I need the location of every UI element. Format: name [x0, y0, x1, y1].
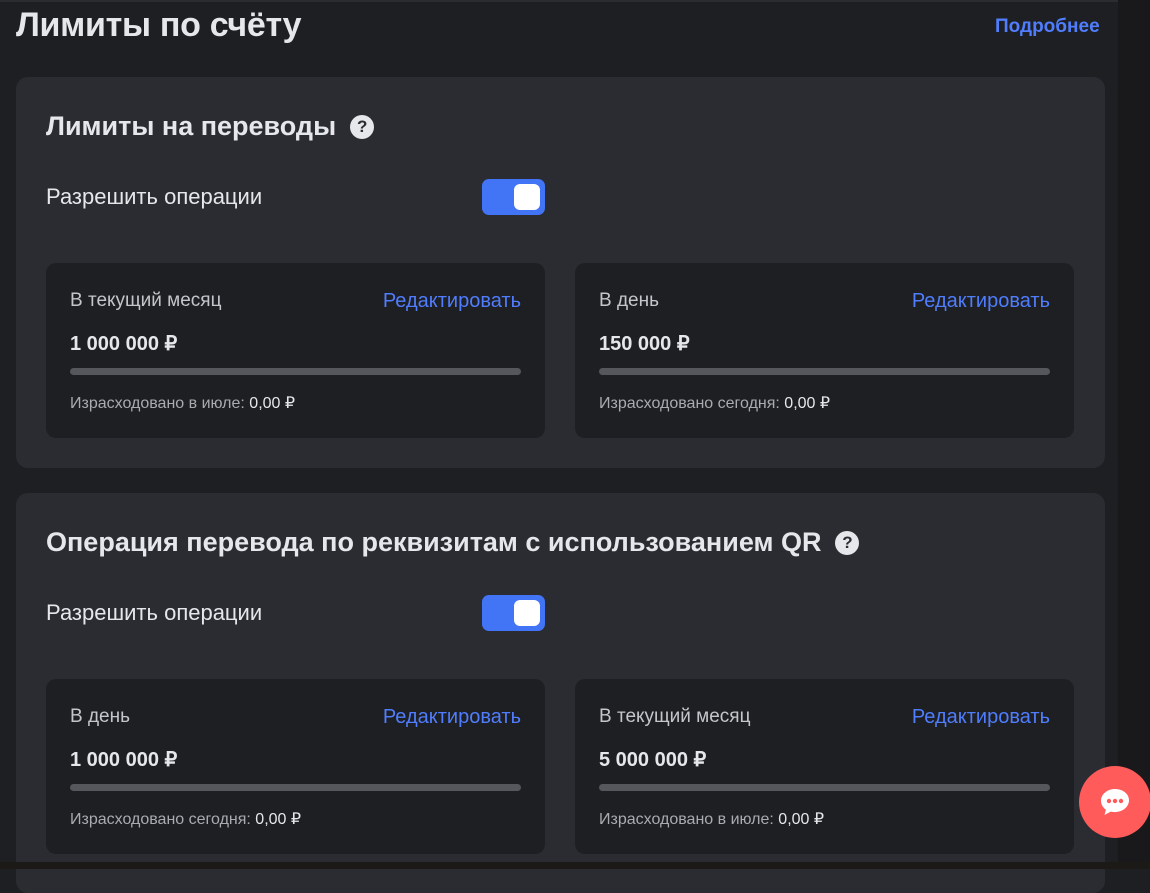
- chat-button[interactable]: [1079, 766, 1150, 838]
- allow-operations-label: Разрешить операции: [46, 184, 263, 209]
- section-title: Операция перевода по реквизитам с исполь…: [46, 527, 860, 558]
- limit-usage-bar: [599, 784, 1050, 791]
- spent-text: Израсходовано сегодня: 0,00 ₽: [70, 809, 301, 829]
- spent-label: Израсходовано в июле:: [70, 395, 245, 412]
- toggle-knob: [514, 184, 540, 210]
- allow-operations-toggle[interactable]: [482, 595, 545, 631]
- limit-card: В день Редактировать 150 000 ₽ Израсходо…: [575, 263, 1074, 438]
- spent-text: Израсходовано в июле: 0,00 ₽: [599, 809, 824, 829]
- limit-period-label: В текущий месяц: [599, 706, 751, 727]
- limit-period-label: В день: [599, 290, 659, 311]
- allow-operations-label: Разрешить операции: [46, 600, 263, 625]
- limit-amount: 5 000 000 ₽: [599, 749, 707, 771]
- spent-value: 0,00 ₽: [249, 395, 296, 412]
- section-title: Лимиты на переводы ?: [46, 111, 375, 142]
- spent-value: 0,00 ₽: [255, 811, 302, 828]
- spent-value: 0,00 ₽: [784, 395, 831, 412]
- spent-label: Израсходовано сегодня:: [70, 811, 251, 828]
- limit-card: В текущий месяц Редактировать 1 000 000 …: [46, 263, 545, 438]
- qr-transfer-section: Операция перевода по реквизитам с исполь…: [16, 493, 1105, 893]
- page-title: Лимиты по счёту: [16, 6, 302, 44]
- edit-limit-link[interactable]: Редактировать: [383, 706, 521, 729]
- spent-value: 0,00 ₽: [778, 811, 825, 828]
- spent-label: Израсходовано в июле:: [599, 811, 774, 828]
- limit-period-label: В текущий месяц: [70, 290, 222, 311]
- limit-amount: 1 000 000 ₽: [70, 333, 178, 355]
- toggle-knob: [514, 600, 540, 626]
- limit-usage-bar: [70, 368, 521, 375]
- transfer-limits-section: Лимиты на переводы ? Разрешить операции …: [16, 77, 1105, 468]
- allow-operations-toggle[interactable]: [482, 179, 545, 215]
- spent-text: Израсходовано сегодня: 0,00 ₽: [599, 393, 830, 413]
- limit-card: В текущий месяц Редактировать 5 000 000 …: [575, 679, 1074, 854]
- limit-usage-bar: [599, 368, 1050, 375]
- edit-limit-link[interactable]: Редактировать: [912, 706, 1050, 729]
- help-icon[interactable]: ?: [350, 114, 375, 139]
- limit-card: В день Редактировать 1 000 000 ₽ Израсхо…: [46, 679, 545, 854]
- bottom-edge: [0, 862, 1150, 869]
- limit-period-label: В день: [70, 706, 130, 727]
- help-icon[interactable]: ?: [835, 530, 860, 555]
- chat-bubble-icon: [1101, 789, 1129, 815]
- top-border: [0, 0, 1150, 2]
- limit-amount: 150 000 ₽: [599, 333, 690, 355]
- spent-text: Израсходовано в июле: 0,00 ₽: [70, 393, 295, 413]
- section-title-text: Операция перевода по реквизитам с исполь…: [46, 527, 822, 557]
- more-info-link[interactable]: Подробнее: [995, 16, 1100, 38]
- edit-limit-link[interactable]: Редактировать: [383, 290, 521, 313]
- edit-limit-link[interactable]: Редактировать: [912, 290, 1050, 313]
- scrollbar-track[interactable]: [1118, 0, 1150, 869]
- limit-amount: 1 000 000 ₽: [70, 749, 178, 771]
- spent-label: Израсходовано сегодня:: [599, 395, 780, 412]
- section-title-text: Лимиты на переводы: [46, 111, 337, 141]
- limit-usage-bar: [70, 784, 521, 791]
